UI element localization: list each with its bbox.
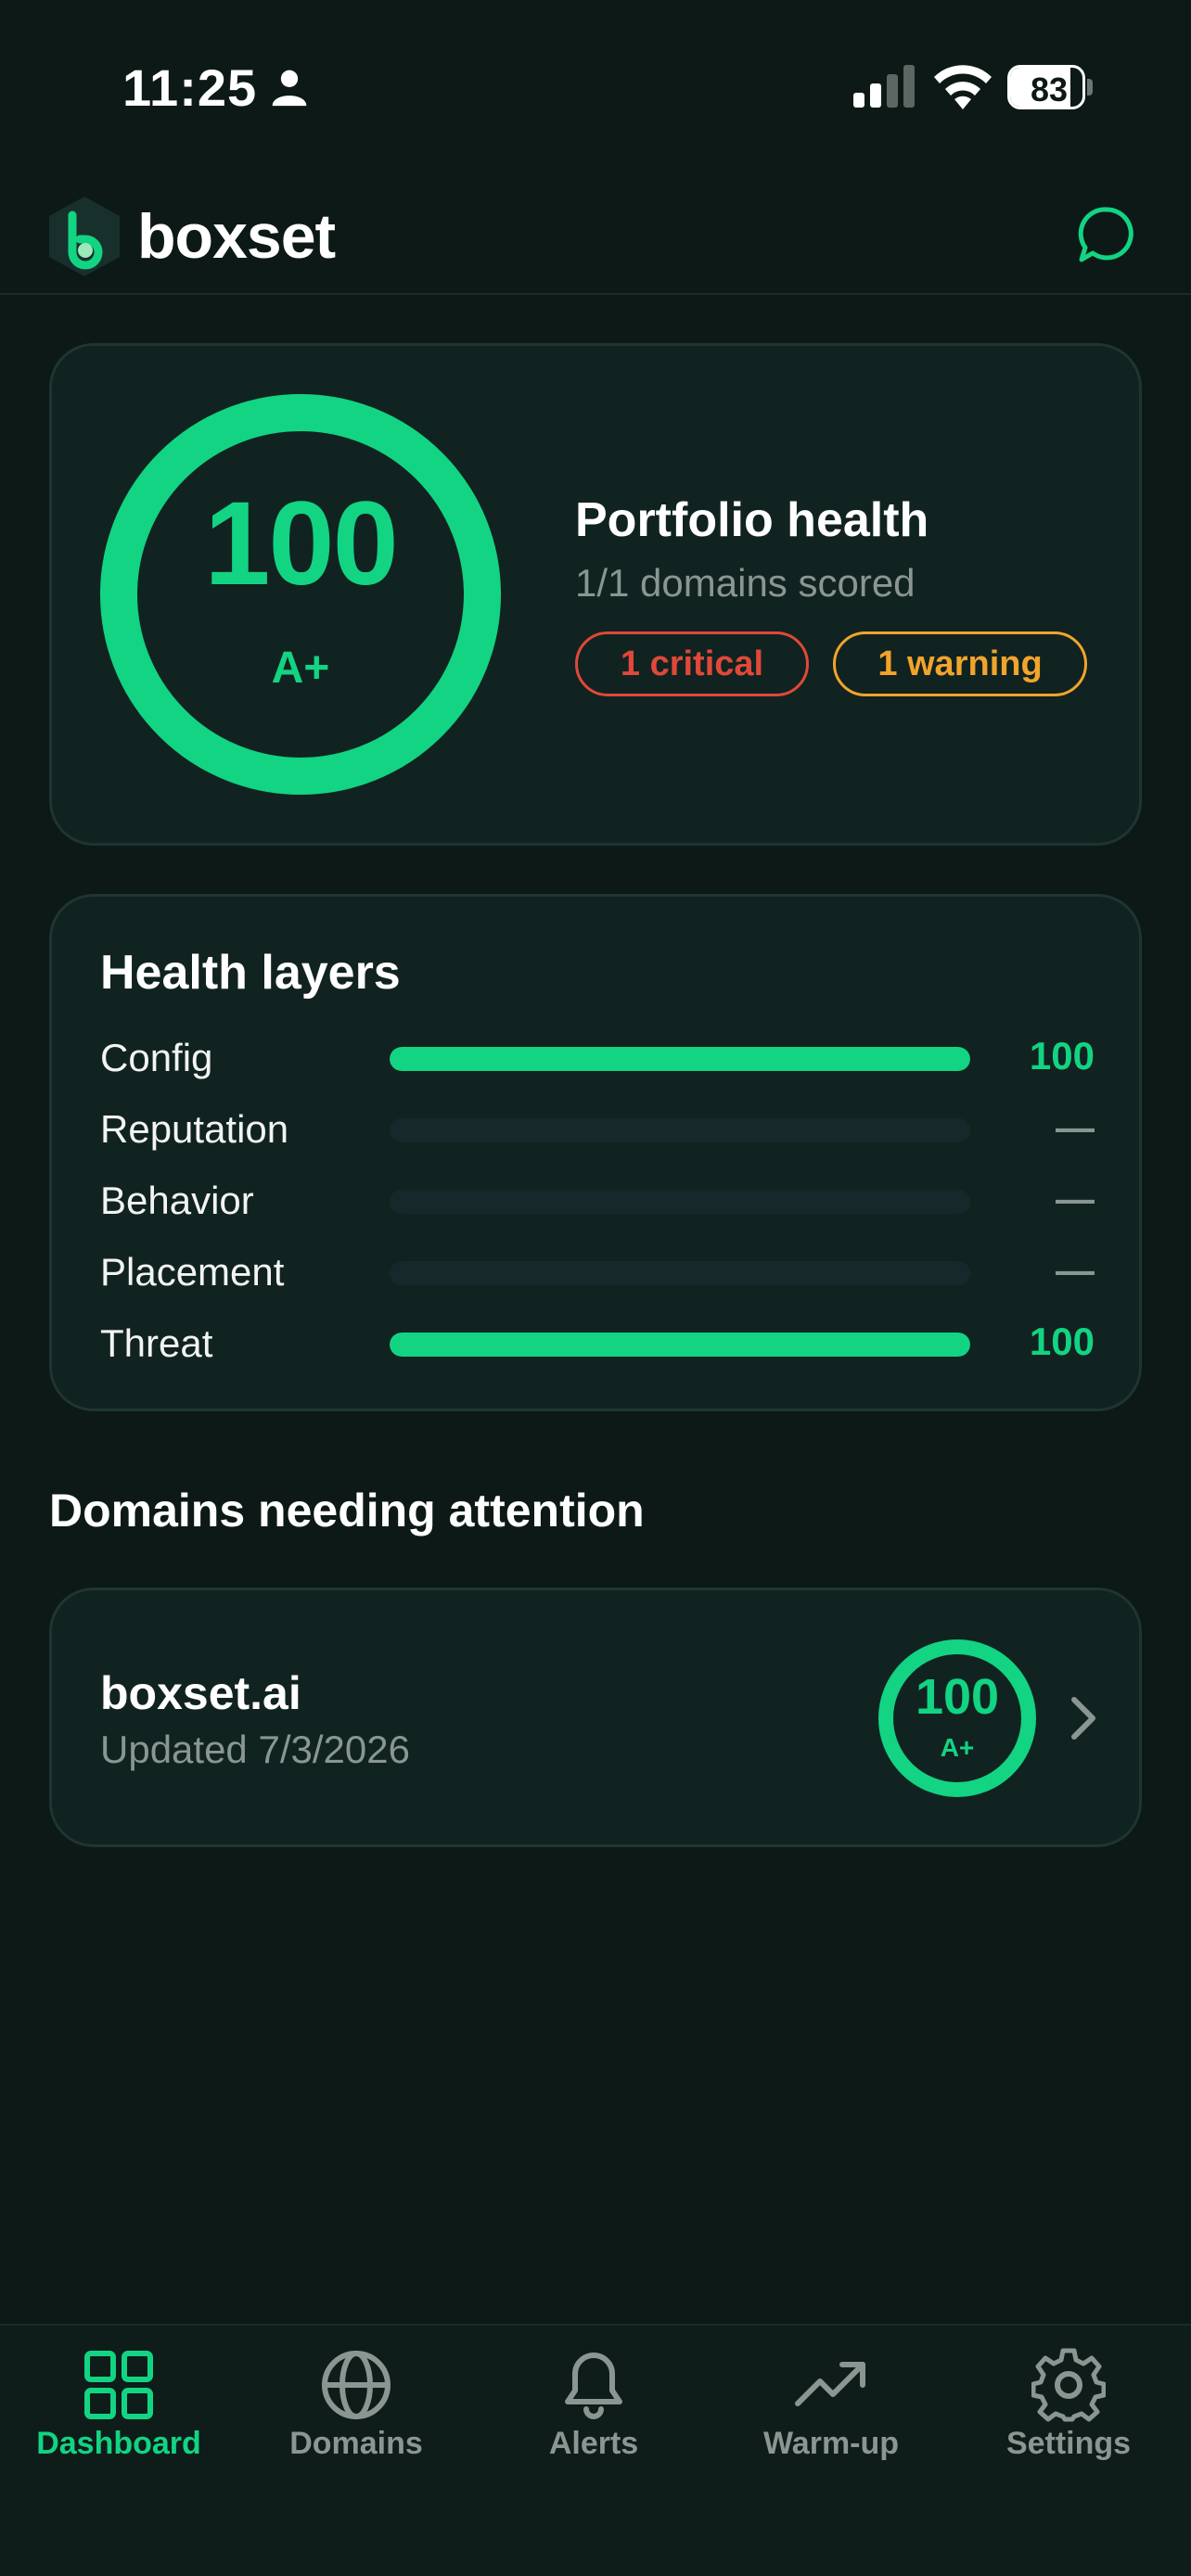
dashboard-screen: 11:25 83 boxset 100 A+ Portfolio health … — [0, 0, 1191, 2576]
bell-icon — [565, 2353, 622, 2419]
tab-bar: Dashboard Domains Alerts Warm-up Setting… — [0, 2324, 1191, 2576]
domain-grade: A+ — [940, 1733, 975, 1762]
tab-alerts[interactable]: Alerts — [475, 2326, 712, 2493]
tab-label: Dashboard — [36, 2426, 201, 2461]
layer-row-reputation: Reputation — — [100, 1100, 1095, 1157]
tab-label: Settings — [1005, 2426, 1132, 2461]
grid-icon — [84, 2351, 153, 2419]
layer-label: Threat — [100, 1321, 213, 1365]
warning-badge[interactable]: 1 warning — [833, 631, 1087, 696]
portfolio-health-card: 100 A+ Portfolio health 1/1 domains scor… — [49, 343, 1142, 846]
cellular-signal-icon — [853, 65, 915, 108]
tab-label: Alerts — [548, 2426, 639, 2461]
layer-bar-track — [390, 1190, 970, 1214]
layer-row-placement: Placement — — [100, 1243, 1095, 1300]
layer-bar-fill — [390, 1047, 970, 1071]
portfolio-subtitle: 1/1 domains scored — [575, 561, 916, 605]
critical-badge[interactable]: 1 critical — [575, 631, 809, 696]
portfolio-grade: A+ — [271, 644, 330, 693]
layer-row-config: Config 100 — [100, 1028, 1095, 1086]
layer-bar-track — [390, 1118, 970, 1142]
tab-label: Warm-up — [762, 2426, 900, 2461]
wifi-icon — [934, 65, 992, 109]
layer-bar-track — [390, 1261, 970, 1285]
portfolio-title: Portfolio health — [575, 493, 929, 547]
chat-bubble-icon — [1078, 207, 1133, 262]
tab-dashboard[interactable]: Dashboard — [0, 2326, 237, 2493]
layer-value: — — [1056, 1105, 1095, 1149]
trending-up-icon — [795, 2362, 865, 2406]
layer-value: — — [1056, 1177, 1095, 1220]
status-bar: 11:25 83 — [0, 0, 1191, 176]
tab-domains[interactable]: Domains — [237, 2326, 475, 2493]
domain-updated: Updated 7/3/2026 — [100, 1728, 410, 1771]
layer-row-threat: Threat 100 — [100, 1314, 1095, 1371]
tab-warm-up[interactable]: Warm-up — [712, 2326, 950, 2493]
domain-name: boxset.ai — [100, 1667, 301, 1719]
person-icon — [272, 70, 307, 107]
layer-value: 100 — [1029, 1034, 1095, 1078]
battery-body: 83 — [1007, 65, 1085, 109]
domain-card-boxset-ai[interactable]: boxset.ai Updated 7/3/2026 100 A+ — [49, 1588, 1142, 1847]
portfolio-score: 100 — [204, 478, 399, 610]
boxset-logo-icon — [49, 197, 120, 276]
layer-bar-fill — [390, 1333, 970, 1357]
layer-label: Behavior — [100, 1179, 254, 1222]
battery-indicator: 83 — [1007, 65, 1093, 109]
layer-label: Config — [100, 1036, 213, 1079]
attention-section-title: Domains needing attention — [49, 1485, 645, 1537]
layer-bar-track — [390, 1047, 970, 1071]
battery-cap — [1087, 79, 1093, 96]
brand-name: boxset — [137, 201, 336, 272]
tab-settings[interactable]: Settings — [950, 2326, 1187, 2493]
gear-icon — [1031, 2348, 1106, 2422]
layer-value: — — [1056, 1248, 1095, 1292]
layer-label: Reputation — [100, 1107, 289, 1151]
health-layers-title: Health layers — [100, 946, 401, 1000]
globe-icon — [322, 2351, 391, 2419]
layer-row-behavior: Behavior — — [100, 1171, 1095, 1229]
health-layers-card: Health layers Config 100 Reputation — Be… — [49, 894, 1142, 1411]
layer-value: 100 — [1029, 1320, 1095, 1363]
chevron-right-icon — [1071, 1697, 1095, 1740]
app-header: boxset — [0, 176, 1191, 295]
battery-percent: 83 — [1030, 70, 1069, 108]
domain-score: 100 — [915, 1669, 1000, 1725]
tab-label: Domains — [289, 2426, 423, 2461]
layer-label: Placement — [100, 1250, 285, 1294]
chat-button[interactable] — [1076, 204, 1137, 265]
layer-bar-track — [390, 1333, 970, 1357]
status-time: 11:25 — [122, 58, 258, 117]
